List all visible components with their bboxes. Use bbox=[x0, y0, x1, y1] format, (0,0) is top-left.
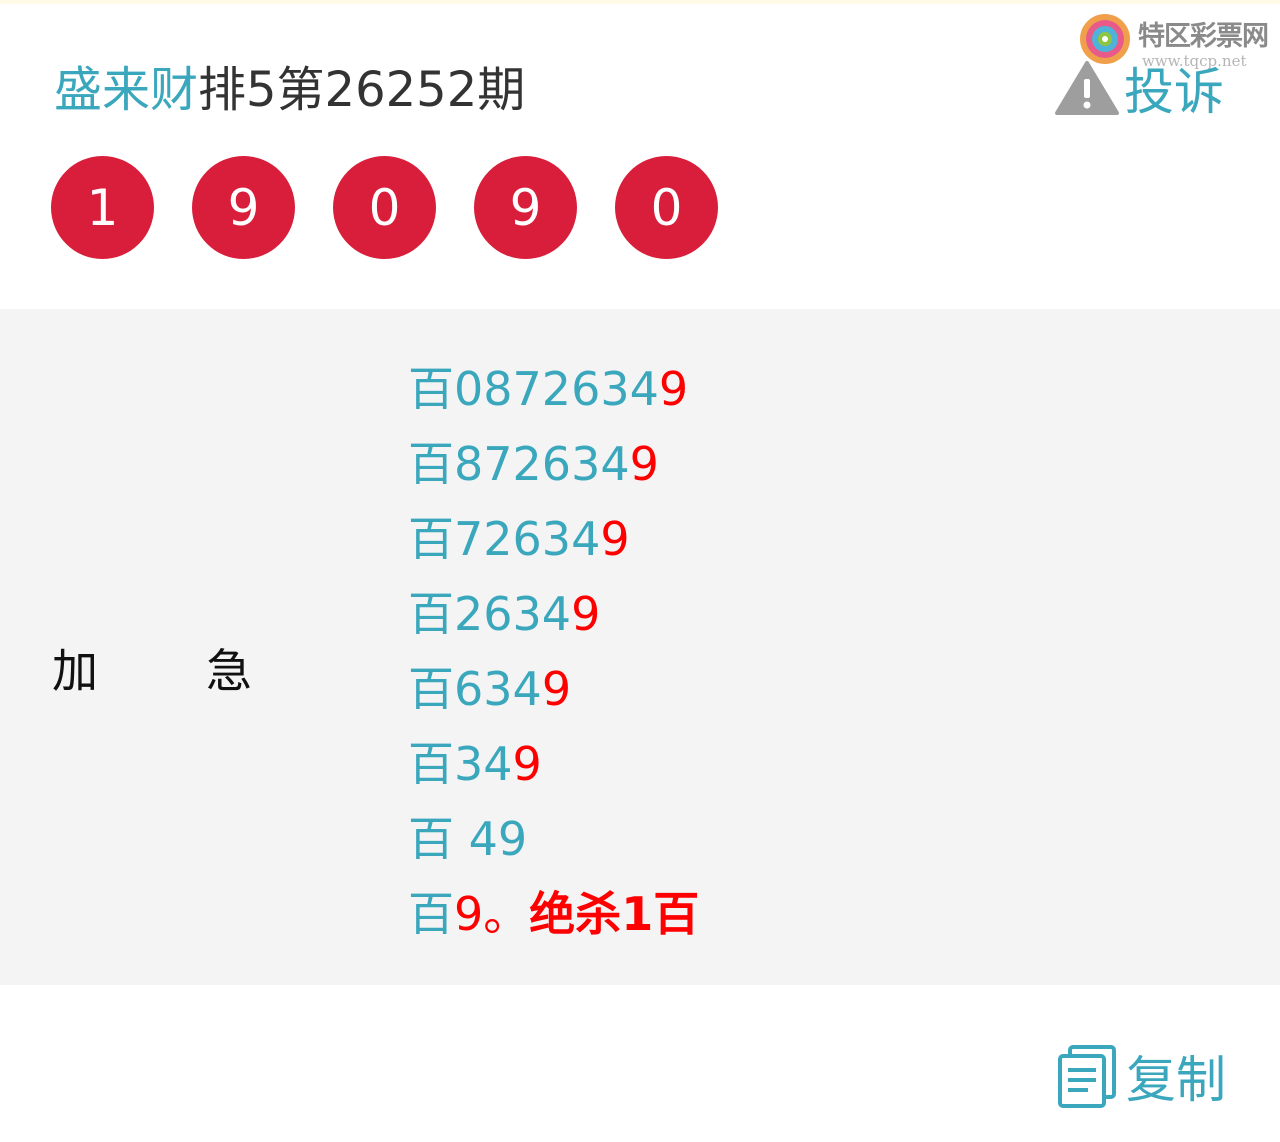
number-ball: 0 bbox=[615, 156, 718, 259]
line-prefix: 百 bbox=[408, 362, 454, 416]
post-title: 盛来财 排5第26252期 bbox=[54, 50, 525, 120]
copy-label: 复制 bbox=[1126, 1051, 1226, 1109]
complain-label: 投诉 bbox=[1124, 63, 1224, 121]
line-highlight: 9 bbox=[512, 737, 542, 791]
line-highlight: 9。 bbox=[454, 887, 530, 941]
complain-button[interactable]: 投诉 bbox=[1054, 52, 1224, 124]
top-divider bbox=[0, 0, 1280, 4]
line-highlight: 9 bbox=[541, 662, 572, 716]
category-label-left: 加 bbox=[52, 644, 98, 698]
line-highlight: 9 bbox=[658, 362, 689, 416]
prediction-line: 百 49 bbox=[408, 802, 699, 877]
watermark-name: 特区彩票网 bbox=[1138, 21, 1269, 52]
prediction-line: 百26349 bbox=[408, 577, 699, 652]
line-highlight: 9 bbox=[571, 587, 601, 641]
line-prefix: 百 bbox=[408, 437, 454, 491]
issue-title: 排5第26252期 bbox=[198, 62, 526, 118]
line-prefix: 百 bbox=[408, 662, 454, 716]
number-ball: 9 bbox=[192, 156, 295, 259]
warning-icon bbox=[1055, 61, 1119, 115]
line-prefix: 百 bbox=[408, 512, 454, 566]
line-digits: 49 bbox=[454, 812, 528, 866]
prediction-line: 百726349 bbox=[408, 502, 699, 577]
prediction-line: 百6349 bbox=[408, 652, 699, 727]
line-digits: 2634 bbox=[454, 587, 572, 641]
kill-note: 绝杀1百 bbox=[529, 887, 700, 941]
prediction-line: 百9。绝杀1百 bbox=[408, 877, 699, 952]
number-ball: 0 bbox=[333, 156, 436, 259]
line-prefix: 百 bbox=[408, 887, 454, 941]
number-ball: 1 bbox=[51, 156, 154, 259]
draw-numbers: 1 9 0 9 0 bbox=[51, 156, 756, 259]
line-digits: 72634 bbox=[454, 512, 601, 566]
prediction-line: 百349 bbox=[408, 727, 699, 802]
line-digits: 872634 bbox=[454, 437, 630, 491]
line-digits: 634 bbox=[454, 662, 542, 716]
copy-button[interactable]: 复制 bbox=[1056, 1040, 1226, 1112]
prediction-line: 百08726349 bbox=[408, 352, 699, 427]
line-digits: 0872634 bbox=[454, 362, 659, 416]
prediction-line: 百8726349 bbox=[408, 427, 699, 502]
line-prefix: 百 bbox=[408, 587, 454, 641]
category-label-right: 急 bbox=[206, 644, 252, 698]
copy-document-icon bbox=[1058, 1045, 1116, 1108]
author-name[interactable]: 盛来财 bbox=[54, 50, 198, 120]
line-digits: 34 bbox=[454, 737, 513, 791]
number-ball: 9 bbox=[474, 156, 577, 259]
prediction-list: 百08726349 百8726349 百726349 百26349 百6349 … bbox=[408, 352, 699, 952]
line-highlight: 9 bbox=[600, 512, 630, 566]
line-prefix: 百 bbox=[408, 812, 454, 866]
line-highlight: 9 bbox=[629, 437, 659, 491]
line-prefix: 百 bbox=[408, 737, 454, 791]
